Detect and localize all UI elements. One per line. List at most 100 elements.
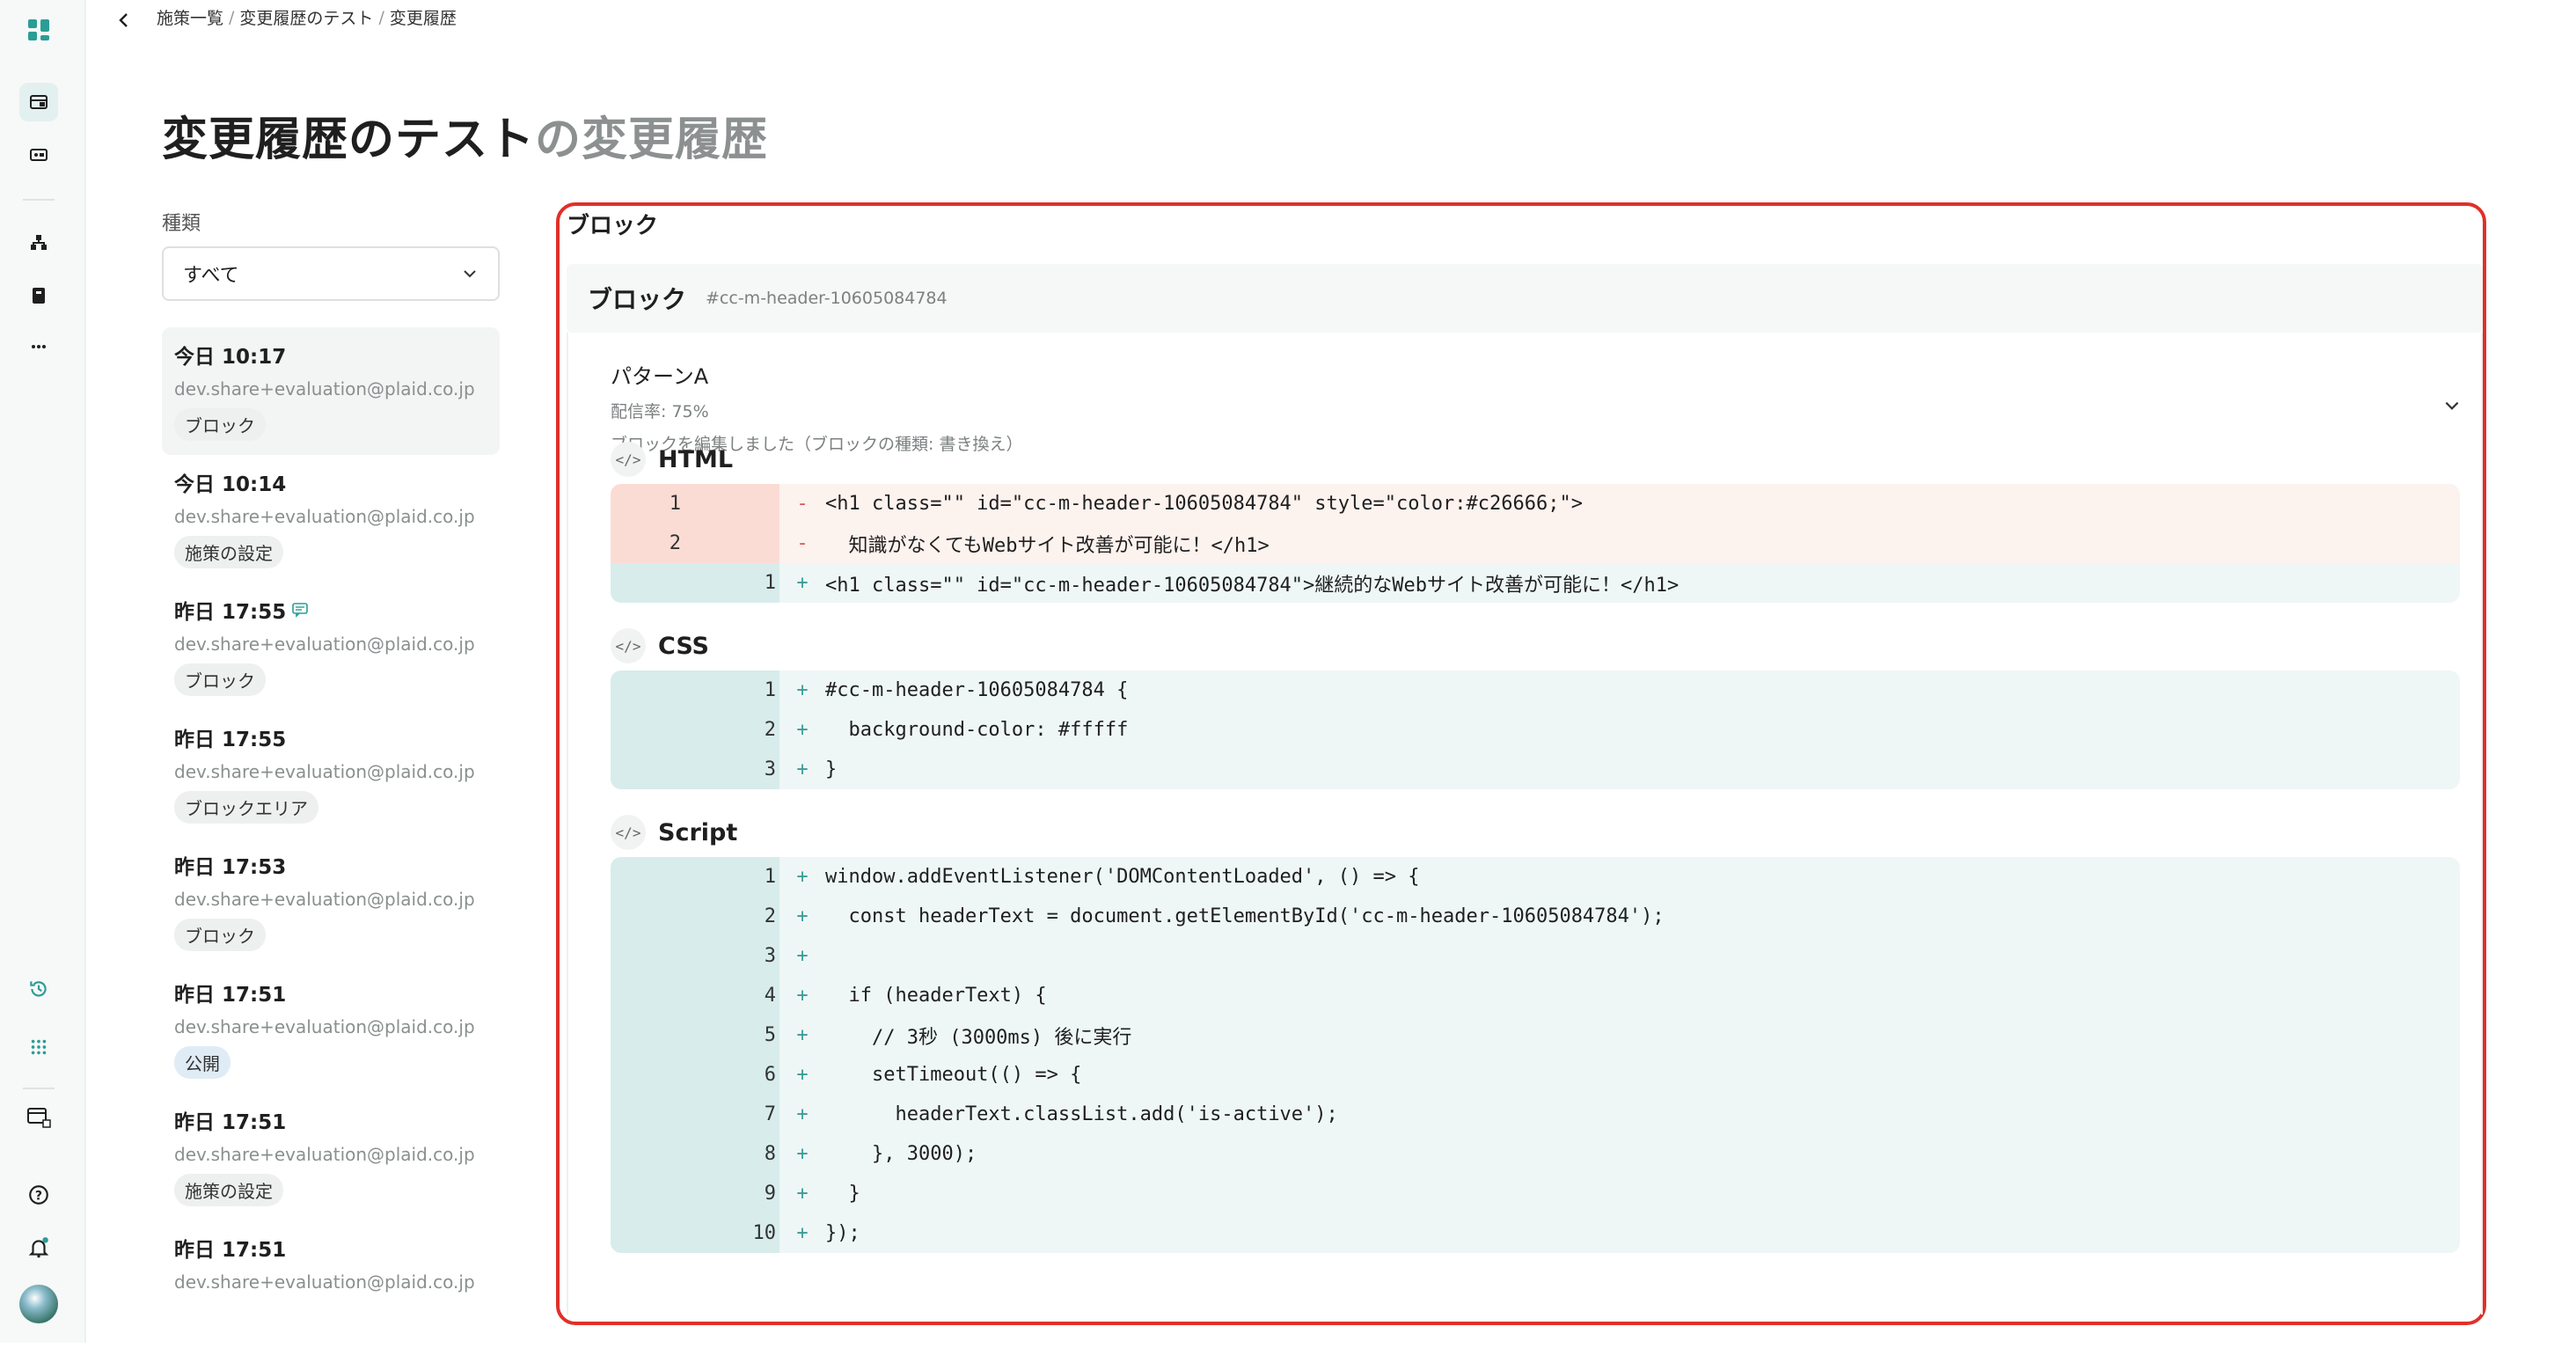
history-email: dev.share+evaluation@plaid.co.jp <box>174 378 475 399</box>
diff-line: 1 + #cc-m-header-10605084784 { <box>611 670 2460 710</box>
book-icon[interactable] <box>19 276 58 315</box>
added-sign: + <box>796 758 809 780</box>
block-header: ブロック #cc-m-header-10605084784 <box>567 264 2483 333</box>
history-list: 今日 10:17 dev.share+evaluation@plaid.co.jp… <box>162 327 500 1348</box>
code-text: #cc-m-header-10605084784 { <box>825 679 1129 701</box>
pattern-card: パターンA 配信率: 75% ブロックを編集しました（ブロックの種類: 書き換え… <box>567 333 2483 1315</box>
help-icon[interactable]: ? <box>19 1176 58 1214</box>
new-line-number: 9 <box>764 1183 776 1205</box>
breadcrumb-item-campaigns[interactable]: 施策一覧 <box>157 5 223 29</box>
section-title: CSS <box>658 632 709 660</box>
svg-text:?: ? <box>35 1189 42 1203</box>
diff-line: 7 + headerText.classList.add('is-active')… <box>611 1095 2460 1134</box>
type-filter-value: すべて <box>183 265 239 287</box>
code-text: } <box>825 1183 860 1205</box>
history-email: dev.share+evaluation@plaid.co.jp <box>174 506 475 527</box>
code-text: // 3秒 (3000ms) 後に実行 <box>825 1026 1132 1049</box>
old-line-number: 1 <box>669 493 681 515</box>
history-time: 今日 10:17 <box>174 346 287 369</box>
diff-line: 3 + <box>611 936 2460 976</box>
back-button[interactable] <box>111 7 137 33</box>
new-line-number: 1 <box>764 866 776 888</box>
history-item[interactable]: 今日 10:17 dev.share+evaluation@plaid.co.jp… <box>162 327 500 455</box>
diff-line: 8 + }, 3000); <box>611 1134 2460 1174</box>
history-badge: 公開 <box>174 1046 231 1079</box>
chevron-left-icon <box>119 13 128 27</box>
new-line-number: 8 <box>764 1143 776 1165</box>
pattern-rate: 配信率: 75% <box>611 402 709 421</box>
hierarchy-icon[interactable] <box>19 223 58 262</box>
new-line-number: 3 <box>764 945 776 967</box>
avatar[interactable] <box>19 1285 58 1323</box>
breadcrumb-item-history: 変更履歴 <box>389 9 457 28</box>
history-time: 昨日 17:51 <box>174 984 287 1007</box>
section-title: Script <box>658 818 738 846</box>
added-sign: + <box>796 1183 809 1205</box>
diff-line: 6 + setTimeout(() => { <box>611 1055 2460 1095</box>
panel-title: ブロック <box>567 213 659 239</box>
history-item[interactable]: 昨日 17:51 dev.share+evaluation@plaid.co.jp… <box>162 1093 500 1220</box>
code-diff-html: 1- <h1 class="" id="cc-m-header-106050847… <box>611 484 2460 603</box>
code-text: headerText.classList.add('is-active'); <box>825 1103 1338 1125</box>
history-badge: ブロック <box>174 919 266 951</box>
added-sign: + <box>796 985 809 1007</box>
page-title: 変更履歴のテストの変更履歴 <box>162 114 769 166</box>
pattern-toggle[interactable] <box>2442 396 2462 419</box>
app-logo-icon[interactable] <box>19 11 58 49</box>
history-time: 昨日 17:55 <box>174 595 487 625</box>
added-sign: + <box>796 945 809 967</box>
new-line-number: 7 <box>764 1103 776 1125</box>
history-item[interactable]: 昨日 17:53 dev.share+evaluation@plaid.co.jp… <box>162 838 500 965</box>
comment-icon <box>292 603 309 618</box>
filter-label: 種類 <box>162 213 201 235</box>
added-sign: + <box>796 1222 809 1244</box>
more-icon[interactable] <box>19 327 58 366</box>
section-title: HTML <box>658 445 734 473</box>
history-email: dev.share+evaluation@plaid.co.jp <box>174 889 475 910</box>
history-item[interactable]: 昨日 17:55 dev.share+evaluation@plaid.co.jp… <box>162 710 500 838</box>
added-sign: + <box>796 1024 809 1046</box>
added-sign: + <box>796 905 809 927</box>
history-icon[interactable] <box>19 970 58 1008</box>
bell-icon[interactable] <box>19 1228 58 1267</box>
history-badge: ブロック <box>174 408 266 441</box>
added-sign: + <box>796 1143 809 1165</box>
code-icon: </> <box>611 628 646 663</box>
chevron-down-icon <box>464 270 476 278</box>
pattern-info: パターンA 配信率: 75% ブロックを編集しました（ブロックの種類: 書き換え… <box>611 359 1022 455</box>
grid-icon[interactable] <box>19 1028 58 1066</box>
added-sign: + <box>796 572 809 594</box>
diff-line: 1 + <h1 class="" id="cc-m-header-106050847… <box>611 563 2460 603</box>
new-line-number: 6 <box>764 1064 776 1086</box>
breadcrumb-item-campaign[interactable]: 変更履歴のテスト <box>239 5 373 29</box>
history-item[interactable]: 今日 10:14 dev.share+evaluation@plaid.co.jp… <box>162 455 500 582</box>
diff-line: 4 + if (headerText) { <box>611 976 2460 1015</box>
history-item[interactable]: 昨日 17:51 dev.share+evaluation@plaid.co.jp… <box>162 965 500 1093</box>
campaign-icon[interactable] <box>19 83 58 121</box>
block-title: ブロック <box>588 285 687 314</box>
code-icon: </> <box>611 815 646 850</box>
history-item[interactable]: 昨日 17:51 dev.share+evaluation@plaid.co.jp <box>162 1220 500 1348</box>
code-text: <h1 class="" id="cc-m-header-10605084784… <box>825 574 1680 597</box>
diff-line: 2 + background-color: #fffff <box>611 710 2460 750</box>
code-text: window.addEventListener('DOMContentLoade… <box>825 866 1420 888</box>
history-time: 昨日 17:51 <box>174 1239 287 1262</box>
diff-line: 10 +}); <box>611 1213 2460 1253</box>
history-item[interactable]: 昨日 17:55 dev.share+evaluation@plaid.co.jp… <box>162 582 500 710</box>
diff-line: 3 +} <box>611 750 2460 789</box>
code-text: <h1 class="" id="cc-m-header-10605084784… <box>825 493 1583 515</box>
media-icon[interactable] <box>19 136 58 174</box>
code-text: background-color: #fffff <box>825 719 1129 741</box>
code-text: 知識がなくてもWebサイト改善が可能に！</h1> <box>825 534 1270 557</box>
history-badge: ブロックエリア <box>174 791 318 824</box>
code-text: if (headerText) { <box>825 985 1047 1007</box>
code-diff-css: 1 + #cc-m-header-10605084784 {2 + backgroun… <box>611 670 2460 789</box>
code-text: const headerText = document.getElementBy… <box>825 905 1665 927</box>
window-icon[interactable] <box>19 1098 58 1137</box>
history-time: 今日 10:14 <box>174 473 287 496</box>
type-filter-select[interactable]: すべて <box>162 246 500 301</box>
section-header-script: </> Script <box>611 815 737 850</box>
history-email: dev.share+evaluation@plaid.co.jp <box>174 1016 475 1037</box>
history-badge: ブロック <box>174 663 266 696</box>
history-time: 昨日 17:53 <box>174 856 287 879</box>
